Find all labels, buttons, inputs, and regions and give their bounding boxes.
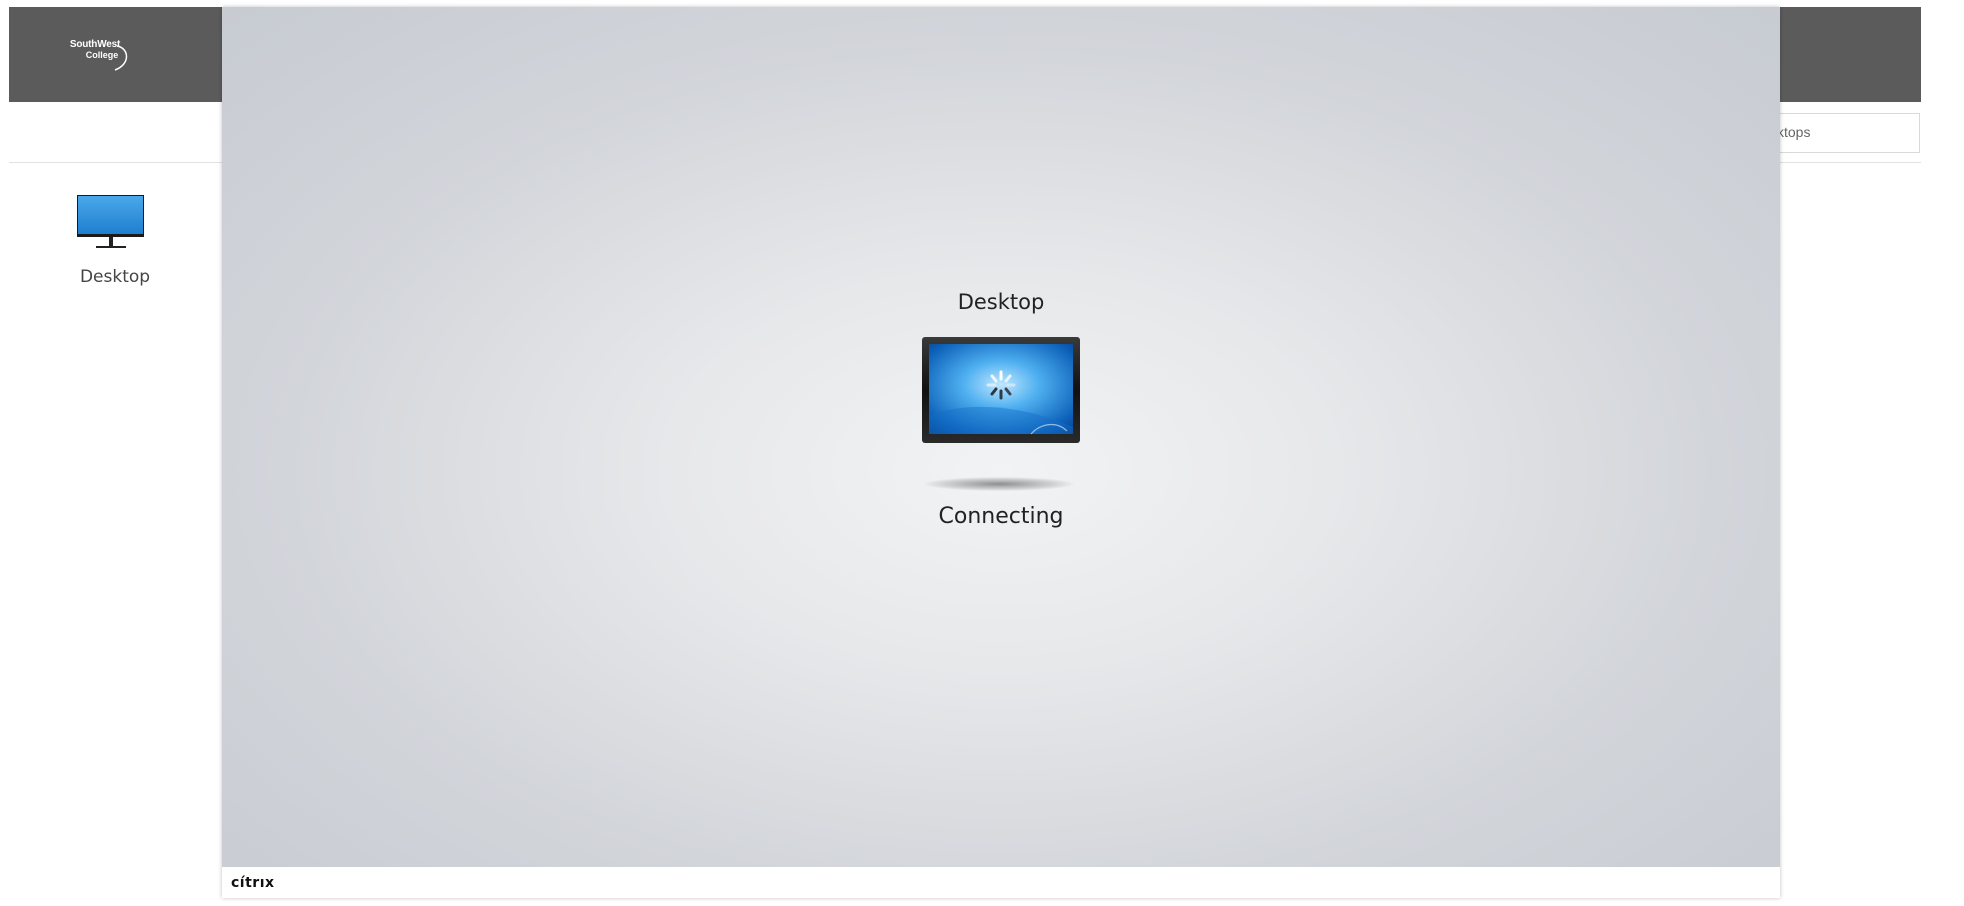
search-field[interactable] [1765,113,1920,153]
connection-status: Connecting [938,504,1064,529]
southwest-college-logo[interactable]: SouthWest College [57,40,133,80]
logo-swoosh-icon [114,45,128,71]
launch-overlay-dialog: Desktop Connecting cítrıx [222,7,1780,898]
monitor-shadow [924,477,1074,491]
monitor-icon [77,195,144,248]
app-tile-desktop[interactable]: Desktop [60,190,170,300]
monitor-loading-icon [922,337,1080,443]
dialog-footer: cítrıx [222,867,1780,898]
search-input[interactable] [1766,114,1918,150]
citrix-logo: cítrıx [231,875,275,891]
app-tile-label: Desktop [79,267,151,287]
launch-app-title: Desktop [957,290,1045,314]
